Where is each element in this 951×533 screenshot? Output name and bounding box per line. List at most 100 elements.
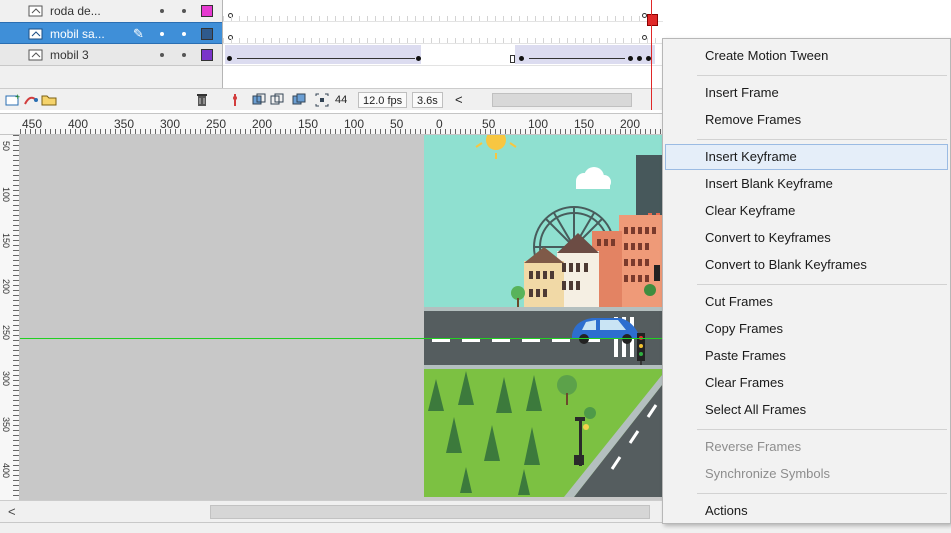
keyframe[interactable]: [637, 56, 642, 61]
ruler-label: 300: [1, 371, 11, 387]
menu-item-synchronize-symbols: Synchronize Symbols: [705, 466, 830, 481]
menu-separator: [697, 429, 947, 430]
lock-dot[interactable]: [182, 32, 186, 36]
timeline-frames[interactable]: [222, 0, 663, 88]
ruler-label: 50: [390, 117, 404, 131]
layer-row-roda[interactable]: roda de...: [0, 0, 222, 22]
ruler-label: 100: [1, 187, 11, 203]
new-folder-icon[interactable]: [40, 92, 58, 108]
ruler-label: 100: [528, 117, 549, 131]
ruler-label: 50: [1, 141, 11, 152]
menu-item-convert-to-blank-keyframes[interactable]: Convert to Blank Keyframes: [663, 252, 950, 278]
lock-dot[interactable]: [182, 9, 186, 13]
ruler-label: 400: [1, 463, 11, 479]
ruler-label: 350: [1, 417, 11, 433]
keyframe[interactable]: [416, 56, 421, 61]
motion-guide-icon[interactable]: [22, 92, 40, 108]
elapsed-time[interactable]: 3.6s: [412, 92, 443, 108]
menu-item-clear-keyframe[interactable]: Clear Keyframe: [663, 198, 950, 224]
menu-item-insert-frame[interactable]: Insert Frame: [663, 80, 950, 106]
menu-item-remove-frames[interactable]: Remove Frames: [663, 107, 950, 133]
frame-rate[interactable]: 12.0 fps: [358, 92, 408, 108]
current-frame[interactable]: 44: [335, 92, 347, 108]
ruler-label: 50: [482, 117, 496, 131]
trash-icon[interactable]: [195, 92, 209, 108]
menu-separator: [697, 493, 947, 494]
pencil-edit-icon: ✎: [133, 26, 144, 41]
menu-item-reverse-frames: Reverse Frames: [705, 439, 802, 454]
keyframe[interactable]: [519, 56, 524, 61]
menu-item-actions[interactable]: Actions: [663, 498, 950, 524]
frame-row[interactable]: [223, 0, 663, 22]
tween-span[interactable]: [225, 45, 421, 64]
scrollbar-thumb[interactable]: [210, 505, 650, 519]
center-frame-icon[interactable]: [228, 93, 242, 107]
modify-markers-icon[interactable]: [315, 93, 329, 107]
outline-color-swatch[interactable]: [201, 49, 213, 61]
menu-item-insert-keyframe[interactable]: Insert Keyframe: [665, 144, 948, 170]
ruler-label: 300: [160, 117, 181, 131]
ruler-label: 200: [620, 117, 641, 131]
ruler-label: 450: [22, 117, 43, 131]
layer-name: roda de...: [50, 4, 101, 18]
menu-item-create-motion-tween[interactable]: Create Motion Tween: [663, 43, 950, 69]
frame-context-menu: Create Motion Tween Insert Frame Remove Fr…: [662, 38, 951, 524]
ruler-label: 250: [206, 117, 227, 131]
ruler-label: 400: [68, 117, 89, 131]
tween-arrow: [529, 58, 625, 59]
menu-item-convert-to-keyframes[interactable]: Convert to Keyframes: [663, 225, 950, 251]
menu-separator: [697, 139, 947, 140]
stage-artwork[interactable]: [424, 135, 662, 497]
ruler-label: 350: [114, 117, 135, 131]
layer-icon: [28, 28, 43, 40]
layer-name: mobil sa...: [50, 27, 105, 41]
layer-toolbar: +: [0, 88, 222, 110]
timeline-scroll-left[interactable]: <: [455, 92, 463, 108]
ruler-label: 150: [298, 117, 319, 131]
layer-panel: roda de... mobil sa... ✎ mobil 3: [0, 0, 222, 88]
ruler-label: 150: [574, 117, 595, 131]
tween-arrow: [237, 58, 415, 59]
ruler-label: 150: [1, 233, 11, 249]
tween-span[interactable]: [515, 45, 655, 64]
playhead-marker[interactable]: [647, 14, 658, 26]
frame-row-selected[interactable]: [223, 22, 663, 44]
keyframe[interactable]: [628, 56, 633, 61]
timeline-status-bar: 44 12.0 fps 3.6s <: [222, 88, 662, 110]
scroll-left-arrow[interactable]: <: [8, 504, 16, 519]
outline-color-swatch[interactable]: [201, 28, 213, 40]
timeline-scrollbar[interactable]: [492, 93, 632, 107]
menu-item-select-all-frames[interactable]: Select All Frames: [663, 397, 950, 423]
menu-item-copy-frames[interactable]: Copy Frames: [663, 316, 950, 342]
guide-line[interactable]: [20, 338, 662, 339]
visibility-dot[interactable]: [160, 9, 164, 13]
menu-item-paste-frames[interactable]: Paste Frames: [663, 343, 950, 369]
ruler-label: 100: [344, 117, 365, 131]
blank-keyframe[interactable]: [642, 35, 647, 40]
layer-row-mobil-sa[interactable]: mobil sa... ✎: [0, 22, 222, 44]
keyframe[interactable]: [227, 56, 232, 61]
city-scene-image: [424, 135, 662, 497]
visibility-dot[interactable]: [160, 32, 164, 36]
layer-icon: [28, 5, 43, 17]
layer-row-mobil-3[interactable]: mobil 3: [0, 44, 222, 66]
stage-horizontal-scrollbar[interactable]: <: [0, 500, 662, 522]
new-layer-icon[interactable]: +: [4, 92, 22, 108]
visibility-dot[interactable]: [160, 53, 164, 57]
ruler-ticks: [13, 135, 19, 525]
layer-name: mobil 3: [50, 48, 89, 62]
menu-item-insert-blank-keyframe[interactable]: Insert Blank Keyframe: [663, 171, 950, 197]
lock-dot[interactable]: [182, 53, 186, 57]
menu-separator: [697, 75, 947, 76]
onion-skin-icon[interactable]: [252, 93, 266, 107]
menu-item-clear-frames[interactable]: Clear Frames: [663, 370, 950, 396]
menu-item-cut-frames[interactable]: Cut Frames: [663, 289, 950, 315]
frame-row[interactable]: [223, 44, 663, 66]
outline-color-swatch[interactable]: [201, 5, 213, 17]
frame-ticks: [223, 16, 663, 21]
edit-multiple-frames-icon[interactable]: [292, 93, 306, 107]
svg-text:+: +: [15, 92, 20, 102]
onion-skin-outlines-icon[interactable]: [270, 93, 284, 107]
frame-ticks: [223, 38, 663, 43]
ruler-label: 200: [1, 279, 11, 295]
